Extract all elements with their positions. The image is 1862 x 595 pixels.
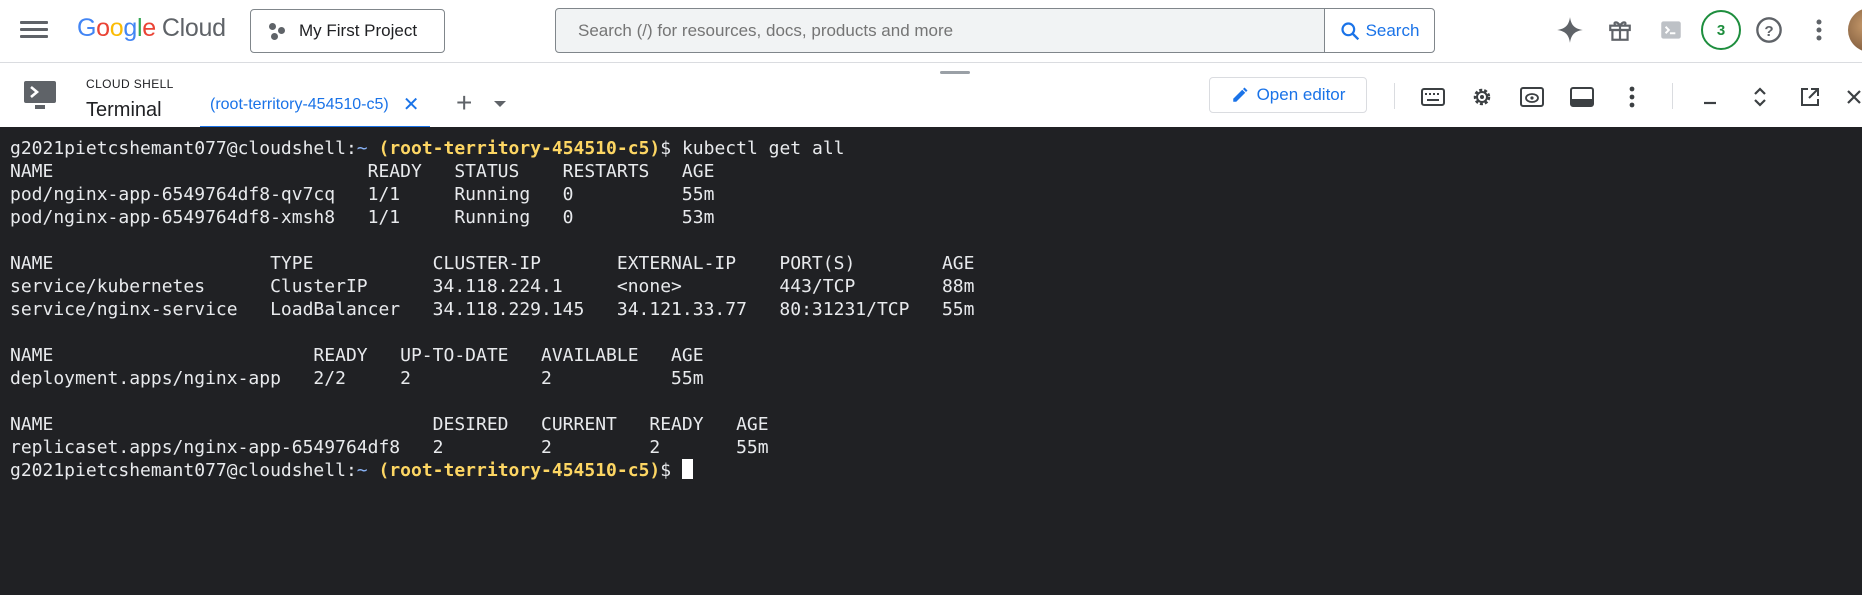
cloud-shell-caption: CLOUD SHELL bbox=[86, 77, 174, 91]
project-label: My First Project bbox=[299, 21, 418, 40]
svg-text:?: ? bbox=[1764, 23, 1773, 40]
avatar[interactable] bbox=[1848, 8, 1862, 52]
terminal-line bbox=[10, 321, 1862, 344]
close-icon[interactable] bbox=[1840, 83, 1862, 111]
terminal-line-command: g2021pietcshemant077@cloudshell:~ (root-… bbox=[10, 138, 845, 159]
tab-terminal-session[interactable]: (root-territory-454510-c5) ✕ bbox=[200, 83, 430, 129]
gift-icon[interactable] bbox=[1604, 14, 1636, 46]
terminal-line: replicaset.apps/nginx-app-6549764df8 2 2… bbox=[10, 437, 769, 458]
gear-icon[interactable] bbox=[1468, 83, 1496, 111]
toolbar-divider bbox=[1394, 83, 1395, 109]
gemini-sparkle-icon[interactable] bbox=[1554, 14, 1586, 46]
logo-cloud-text: Cloud bbox=[161, 14, 226, 42]
terminal-logo-icon bbox=[22, 79, 58, 109]
layout-panel-icon[interactable] bbox=[1568, 83, 1596, 111]
project-picker-button[interactable]: My First Project bbox=[250, 9, 445, 53]
prompt-user: g2021pietcshemant077@cloudshell bbox=[10, 460, 346, 481]
terminal-line: pod/nginx-app-6549764df8-qv7cq 1/1 Runni… bbox=[10, 184, 715, 205]
terminal-title: Terminal bbox=[86, 99, 162, 121]
resize-handle[interactable] bbox=[940, 71, 970, 74]
prompt-user: g2021pietcshemant077@cloudshell bbox=[10, 138, 346, 159]
terminal-line: deployment.apps/nginx-app 2/2 2 2 55m bbox=[10, 368, 704, 389]
prompt-path: ~ bbox=[356, 460, 368, 481]
open-editor-label: Open editor bbox=[1256, 85, 1346, 104]
cloud-shell-icon[interactable] bbox=[1655, 14, 1687, 46]
terminal-line: NAME READY STATUS RESTARTS AGE bbox=[10, 161, 715, 182]
notifications-count-badge[interactable]: 3 bbox=[1701, 10, 1741, 50]
terminal-line: NAME DESIRED CURRENT READY AGE bbox=[10, 414, 769, 435]
terminal-line-prompt: g2021pietcshemant077@cloudshell:~ (root-… bbox=[10, 459, 1862, 482]
help-icon[interactable]: ? bbox=[1753, 14, 1785, 46]
chevron-down-icon[interactable] bbox=[494, 101, 506, 107]
web-preview-icon[interactable] bbox=[1518, 83, 1546, 111]
prompt-project: (root-territory-454510-c5) bbox=[378, 460, 661, 481]
terminal-line: NAME READY UP-TO-DATE AVAILABLE AGE bbox=[10, 345, 704, 366]
terminal-line: service/nginx-service LoadBalancer 34.11… bbox=[10, 299, 975, 320]
terminal-line: pod/nginx-app-6549764df8-xmsh8 1/1 Runni… bbox=[10, 207, 715, 228]
terminal-output[interactable]: g2021pietcshemant077@cloudshell:~ (root-… bbox=[0, 127, 1862, 595]
terminal-line bbox=[10, 229, 1862, 252]
hamburger-menu-icon[interactable] bbox=[20, 18, 48, 42]
search-button-label: Search bbox=[1365, 20, 1420, 40]
pencil-icon bbox=[1232, 87, 1248, 102]
toolbar-divider bbox=[1672, 83, 1673, 109]
open-editor-button[interactable]: Open editor bbox=[1209, 77, 1367, 113]
terminal-line: NAME TYPE CLUSTER-IP EXTERNAL-IP PORT(S)… bbox=[10, 253, 975, 274]
minimize-icon[interactable] bbox=[1696, 83, 1724, 111]
close-icon[interactable]: ✕ bbox=[403, 92, 420, 117]
add-tab-icon[interactable]: + bbox=[456, 89, 472, 117]
more-vert-icon[interactable] bbox=[1618, 83, 1646, 111]
tab-label: (root-territory-454510-c5) bbox=[210, 95, 389, 113]
google-cloud-logo[interactable]: Google Cloud bbox=[77, 14, 226, 43]
cloud-shell-toolbar: CLOUD SHELL Terminal (root-territory-454… bbox=[0, 62, 1862, 129]
keyboard-icon[interactable] bbox=[1419, 83, 1447, 111]
open-in-new-window-icon[interactable] bbox=[1796, 83, 1824, 111]
prompt-symbol: $ bbox=[660, 460, 672, 481]
top-header: GoogleCloud My First Project Search 3 ? bbox=[0, 0, 1862, 62]
terminal-line: service/kubernetes ClusterIP 34.118.224.… bbox=[10, 276, 975, 297]
terminal-command: kubectl get all bbox=[681, 138, 845, 159]
prompt-path: ~ bbox=[356, 138, 368, 159]
prompt-project: (root-territory-454510-c5) bbox=[378, 138, 661, 159]
project-dots-icon bbox=[267, 21, 287, 41]
more-vert-icon[interactable] bbox=[1803, 14, 1835, 46]
terminal-line bbox=[10, 390, 1862, 413]
search-input[interactable] bbox=[556, 9, 1324, 52]
expand-icon[interactable] bbox=[1746, 83, 1774, 111]
prompt-symbol: $ bbox=[660, 138, 672, 159]
search-button[interactable]: Search bbox=[1324, 9, 1434, 52]
search-icon bbox=[1340, 21, 1359, 40]
text-cursor bbox=[681, 459, 693, 479]
search-bar: Search bbox=[555, 8, 1435, 53]
